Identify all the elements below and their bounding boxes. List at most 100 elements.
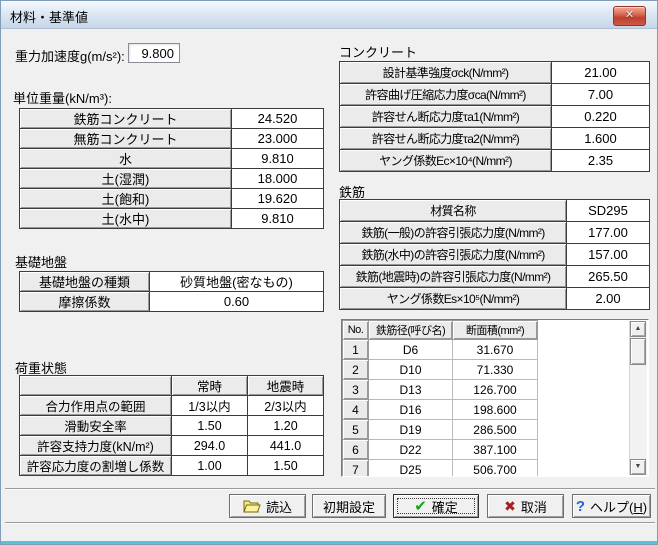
table-row: 摩擦係数 0.60 <box>19 291 324 312</box>
column-header-no: No. <box>342 320 369 340</box>
load-button-label: 読込 <box>265 499 292 515</box>
load-button[interactable]: 読込 <box>229 494 306 518</box>
rebar-grade-value[interactable]: SD295 <box>566 199 650 222</box>
table-header-row: 常時 地震時 <box>19 375 324 396</box>
table-row: 合力作用点の範囲 1/3以内 2/3以内 <box>19 395 324 416</box>
rebar-name-cell[interactable]: D10 <box>368 359 453 380</box>
row-value-quake[interactable]: 1.20 <box>247 415 324 436</box>
row-label: 材質名称 <box>339 199 567 222</box>
table-row: 4 D16 198.600 <box>342 399 538 420</box>
rebar-name-cell[interactable]: D16 <box>368 399 453 420</box>
table-row: 7 D25 506.700 <box>342 459 538 476</box>
row-value[interactable]: 2.35 <box>551 149 650 172</box>
table-row: 1 D6 31.670 <box>342 339 538 360</box>
row-value[interactable]: 0.60 <box>149 291 324 312</box>
help-button-label: ヘルプ(H) <box>590 499 648 515</box>
table-row: 設計基準強度σck(N/mm²) 21.00 <box>339 61 650 84</box>
row-value[interactable]: 177.00 <box>566 221 650 244</box>
row-label: ヤング係数Ec×10⁴(N/mm²) <box>339 149 552 172</box>
row-label: 土(湿潤) <box>19 168 232 189</box>
window-title: 材料・基準値 <box>10 10 89 25</box>
row-label: 土(飽和) <box>19 188 232 209</box>
window-frame-bottom <box>1 541 657 544</box>
rebar-sizes-table: No. 鉄筋径(呼び名) 断面積(mm²) 1 D6 31.670 2 D10 71.3… <box>342 320 538 476</box>
concrete-table: 設計基準強度σck(N/mm²) 21.00 許容曲げ圧縮応力度σca(N/mm²… <box>339 61 650 172</box>
row-value[interactable]: 157.00 <box>566 243 650 266</box>
table-row: 鉄筋コンクリート 24.520 <box>19 108 324 129</box>
row-value[interactable]: 0.220 <box>551 105 650 128</box>
row-value[interactable]: 9.810 <box>231 208 324 229</box>
row-number: 7 <box>342 459 369 476</box>
init-settings-button[interactable]: 初期設定 <box>312 494 386 518</box>
row-value[interactable]: 21.00 <box>551 61 650 84</box>
rebar-name-cell[interactable]: D13 <box>368 379 453 400</box>
column-header-area: 断面積(mm²) <box>452 320 538 340</box>
rebar-area-cell[interactable]: 387.100 <box>452 439 538 460</box>
row-value[interactable]: 2.00 <box>566 287 650 310</box>
titlebar: 材料・基準値 ✕ <box>1 1 657 29</box>
gravity-label: 重力加速度g(m/s²): <box>15 49 125 64</box>
scrollbar-thumb[interactable] <box>630 338 646 365</box>
row-label: 滑動安全率 <box>19 415 172 436</box>
row-value[interactable]: 19.620 <box>231 188 324 209</box>
rebar-area-cell[interactable]: 31.670 <box>452 339 538 360</box>
row-value[interactable]: 23.000 <box>231 128 324 149</box>
rebar-area-cell[interactable]: 198.600 <box>452 399 538 420</box>
row-label: 鉄筋(地震時)の許容引張応力度(N/mm²) <box>339 265 567 288</box>
rebar-name-cell[interactable]: D25 <box>368 459 453 476</box>
row-value-normal[interactable]: 1.50 <box>171 415 248 436</box>
table-row: 6 D22 387.100 <box>342 439 538 460</box>
table-row: 材質名称 SD295 <box>339 199 650 222</box>
rebar-area-cell[interactable]: 126.700 <box>452 379 538 400</box>
materials-standards-dialog: 材料・基準値 ✕ 重力加速度g(m/s²): 単位重量(kN/m³): 鉄筋コン… <box>0 0 658 545</box>
load-state-table: 常時 地震時 合力作用点の範囲 1/3以内 2/3以内 滑動安全率 1.50 1.20 … <box>19 375 324 476</box>
row-number: 3 <box>342 379 369 400</box>
rebar-name-cell[interactable]: D22 <box>368 439 453 460</box>
row-number: 5 <box>342 419 369 440</box>
rebar-area-cell[interactable]: 286.500 <box>452 419 538 440</box>
close-icon[interactable]: ✕ <box>613 6 646 26</box>
rebar-name-cell[interactable]: D19 <box>368 419 453 440</box>
row-value-quake[interactable]: 2/3以内 <box>247 395 324 416</box>
row-label: 許容曲げ圧縮応力度σca(N/mm²) <box>339 83 552 106</box>
rebar-name-cell[interactable]: D6 <box>368 339 453 360</box>
row-value[interactable]: 1.600 <box>551 127 650 150</box>
rebar-table: 材質名称 SD295 鉄筋(一般)の許容引張応力度(N/mm²) 177.00 鉄筋… <box>339 199 650 310</box>
rebar-area-cell[interactable]: 506.700 <box>452 459 538 476</box>
confirm-button[interactable]: ✔ 確定 <box>393 494 479 518</box>
column-header-normal: 常時 <box>171 375 248 396</box>
scroll-down-icon[interactable]: ▼ <box>630 459 646 475</box>
gravity-input[interactable] <box>128 43 180 63</box>
row-value[interactable]: 18.000 <box>231 168 324 189</box>
table-row: 3 D13 126.700 <box>342 379 538 400</box>
help-button[interactable]: ? ヘルプ(H) <box>572 494 651 518</box>
row-value-normal[interactable]: 1.00 <box>171 455 248 476</box>
table-row: 許容せん断応力度τa2(N/mm²) 1.600 <box>339 127 650 150</box>
scroll-up-icon[interactable]: ▲ <box>630 321 646 337</box>
vertical-scrollbar[interactable]: ▲ ▼ <box>629 321 647 475</box>
row-value-normal[interactable]: 1/3以内 <box>171 395 248 416</box>
foundation-table: 基礎地盤の種類 砂質地盤(密なもの) 摩擦係数 0.60 <box>19 271 324 312</box>
row-number: 6 <box>342 439 369 460</box>
row-label: 摩擦係数 <box>19 291 150 312</box>
foundation-type-value[interactable]: 砂質地盤(密なもの) <box>149 271 324 292</box>
row-number: 1 <box>342 339 369 360</box>
cancel-button[interactable]: ✖ 取消 <box>487 494 564 518</box>
row-label: 無筋コンクリート <box>19 128 232 149</box>
row-label: 基礎地盤の種類 <box>19 271 150 292</box>
row-value[interactable]: 24.520 <box>231 108 324 129</box>
open-folder-icon <box>243 499 261 513</box>
row-value-quake[interactable]: 441.0 <box>247 435 324 456</box>
load-table-corner-cell <box>19 375 172 396</box>
row-value-quake[interactable]: 1.50 <box>247 455 324 476</box>
row-value[interactable]: 9.810 <box>231 148 324 169</box>
row-value[interactable]: 7.00 <box>551 83 650 106</box>
rebar-sizes-grid: No. 鉄筋径(呼び名) 断面積(mm²) 1 D6 31.670 2 D10 71.3… <box>341 319 649 477</box>
help-icon: ? <box>575 497 586 515</box>
row-value-normal[interactable]: 294.0 <box>171 435 248 456</box>
rebar-area-cell[interactable]: 71.330 <box>452 359 538 380</box>
row-label: 土(水中) <box>19 208 232 229</box>
row-value[interactable]: 265.50 <box>566 265 650 288</box>
table-row: 許容支持力度(kN/m²) 294.0 441.0 <box>19 435 324 456</box>
table-row: 滑動安全率 1.50 1.20 <box>19 415 324 436</box>
